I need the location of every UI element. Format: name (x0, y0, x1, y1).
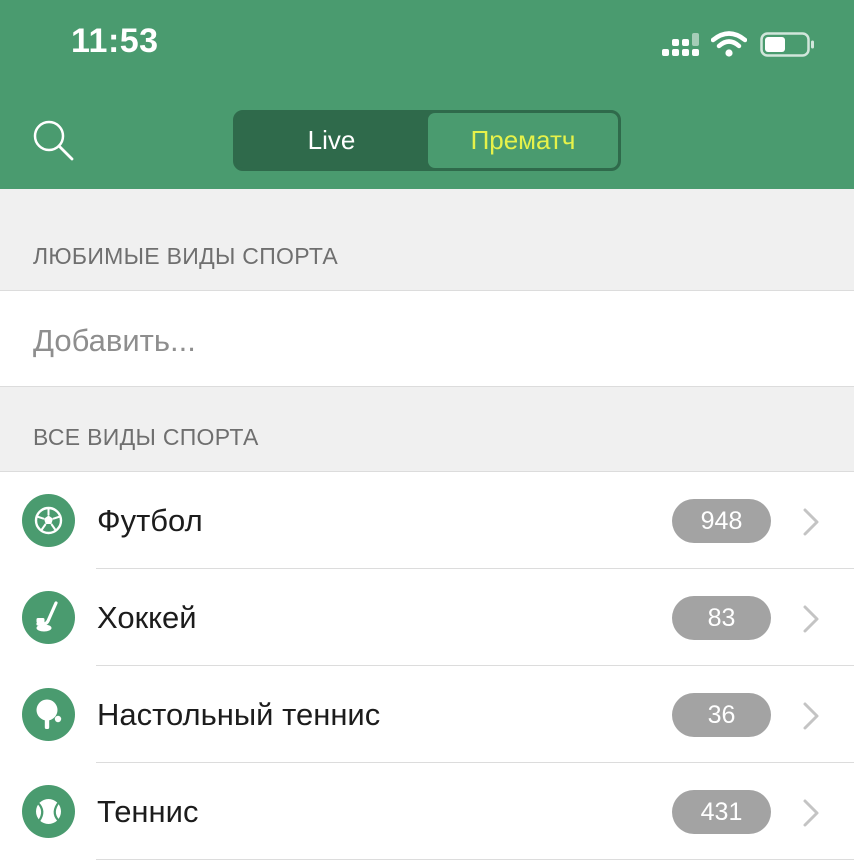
chevron-right-icon (803, 508, 819, 536)
search-icon[interactable] (30, 118, 76, 164)
battery-icon (760, 32, 814, 57)
ping-pong-icon (22, 688, 75, 741)
soccer-ball-icon (22, 494, 75, 547)
cellular-signal-icon (662, 33, 699, 56)
event-count-badge: 83 (672, 596, 771, 640)
sport-name: Теннис (97, 794, 199, 829)
sport-name: Хоккей (97, 600, 197, 635)
event-count-badge: 948 (672, 499, 771, 543)
hockey-stick-icon (22, 591, 75, 644)
favorites-title: ЛЮБИМЫЕ ВИДЫ СПОРТА (33, 243, 339, 269)
live-prematch-toggle: Live Прематч (233, 110, 621, 171)
row-divider (96, 859, 854, 860)
event-count-badge: 36 (672, 693, 771, 737)
tennis-ball-icon (22, 785, 75, 838)
sport-row-table-tennis[interactable]: Настольный теннис 36 (0, 666, 854, 763)
sport-row-tennis[interactable]: Теннис 431 (0, 763, 854, 860)
chevron-right-icon (803, 702, 819, 730)
sport-name: Настольный теннис (97, 697, 381, 732)
chevron-right-icon (803, 799, 819, 827)
chevron-right-icon (803, 605, 819, 633)
sports-screen: 11:53 Live Прематч ЛЮБИМЫЕ ВИДЫ СПОРТА Д… (0, 0, 854, 862)
event-count-badge: 431 (672, 790, 771, 834)
favorites-section-header: ЛЮБИМЫЕ ВИДЫ СПОРТА (0, 189, 854, 291)
status-time: 11:53 (71, 22, 159, 60)
add-favorite-button[interactable]: Добавить... (0, 291, 854, 387)
sport-name: Футбол (97, 503, 203, 538)
wifi-icon (711, 31, 747, 57)
all-sports-section-header: ВСЕ ВИДЫ СПОРТА (0, 387, 854, 472)
tab-prematch[interactable]: Прематч (428, 113, 618, 168)
tab-live[interactable]: Live (236, 113, 427, 168)
add-favorite-label: Добавить... (33, 323, 196, 358)
all-sports-title: ВСЕ ВИДЫ СПОРТА (33, 424, 259, 450)
sport-row-hockey[interactable]: Хоккей 83 (0, 569, 854, 666)
header-bar: 11:53 Live Прематч (0, 0, 854, 189)
sport-row-football[interactable]: Футбол 948 (0, 472, 854, 569)
